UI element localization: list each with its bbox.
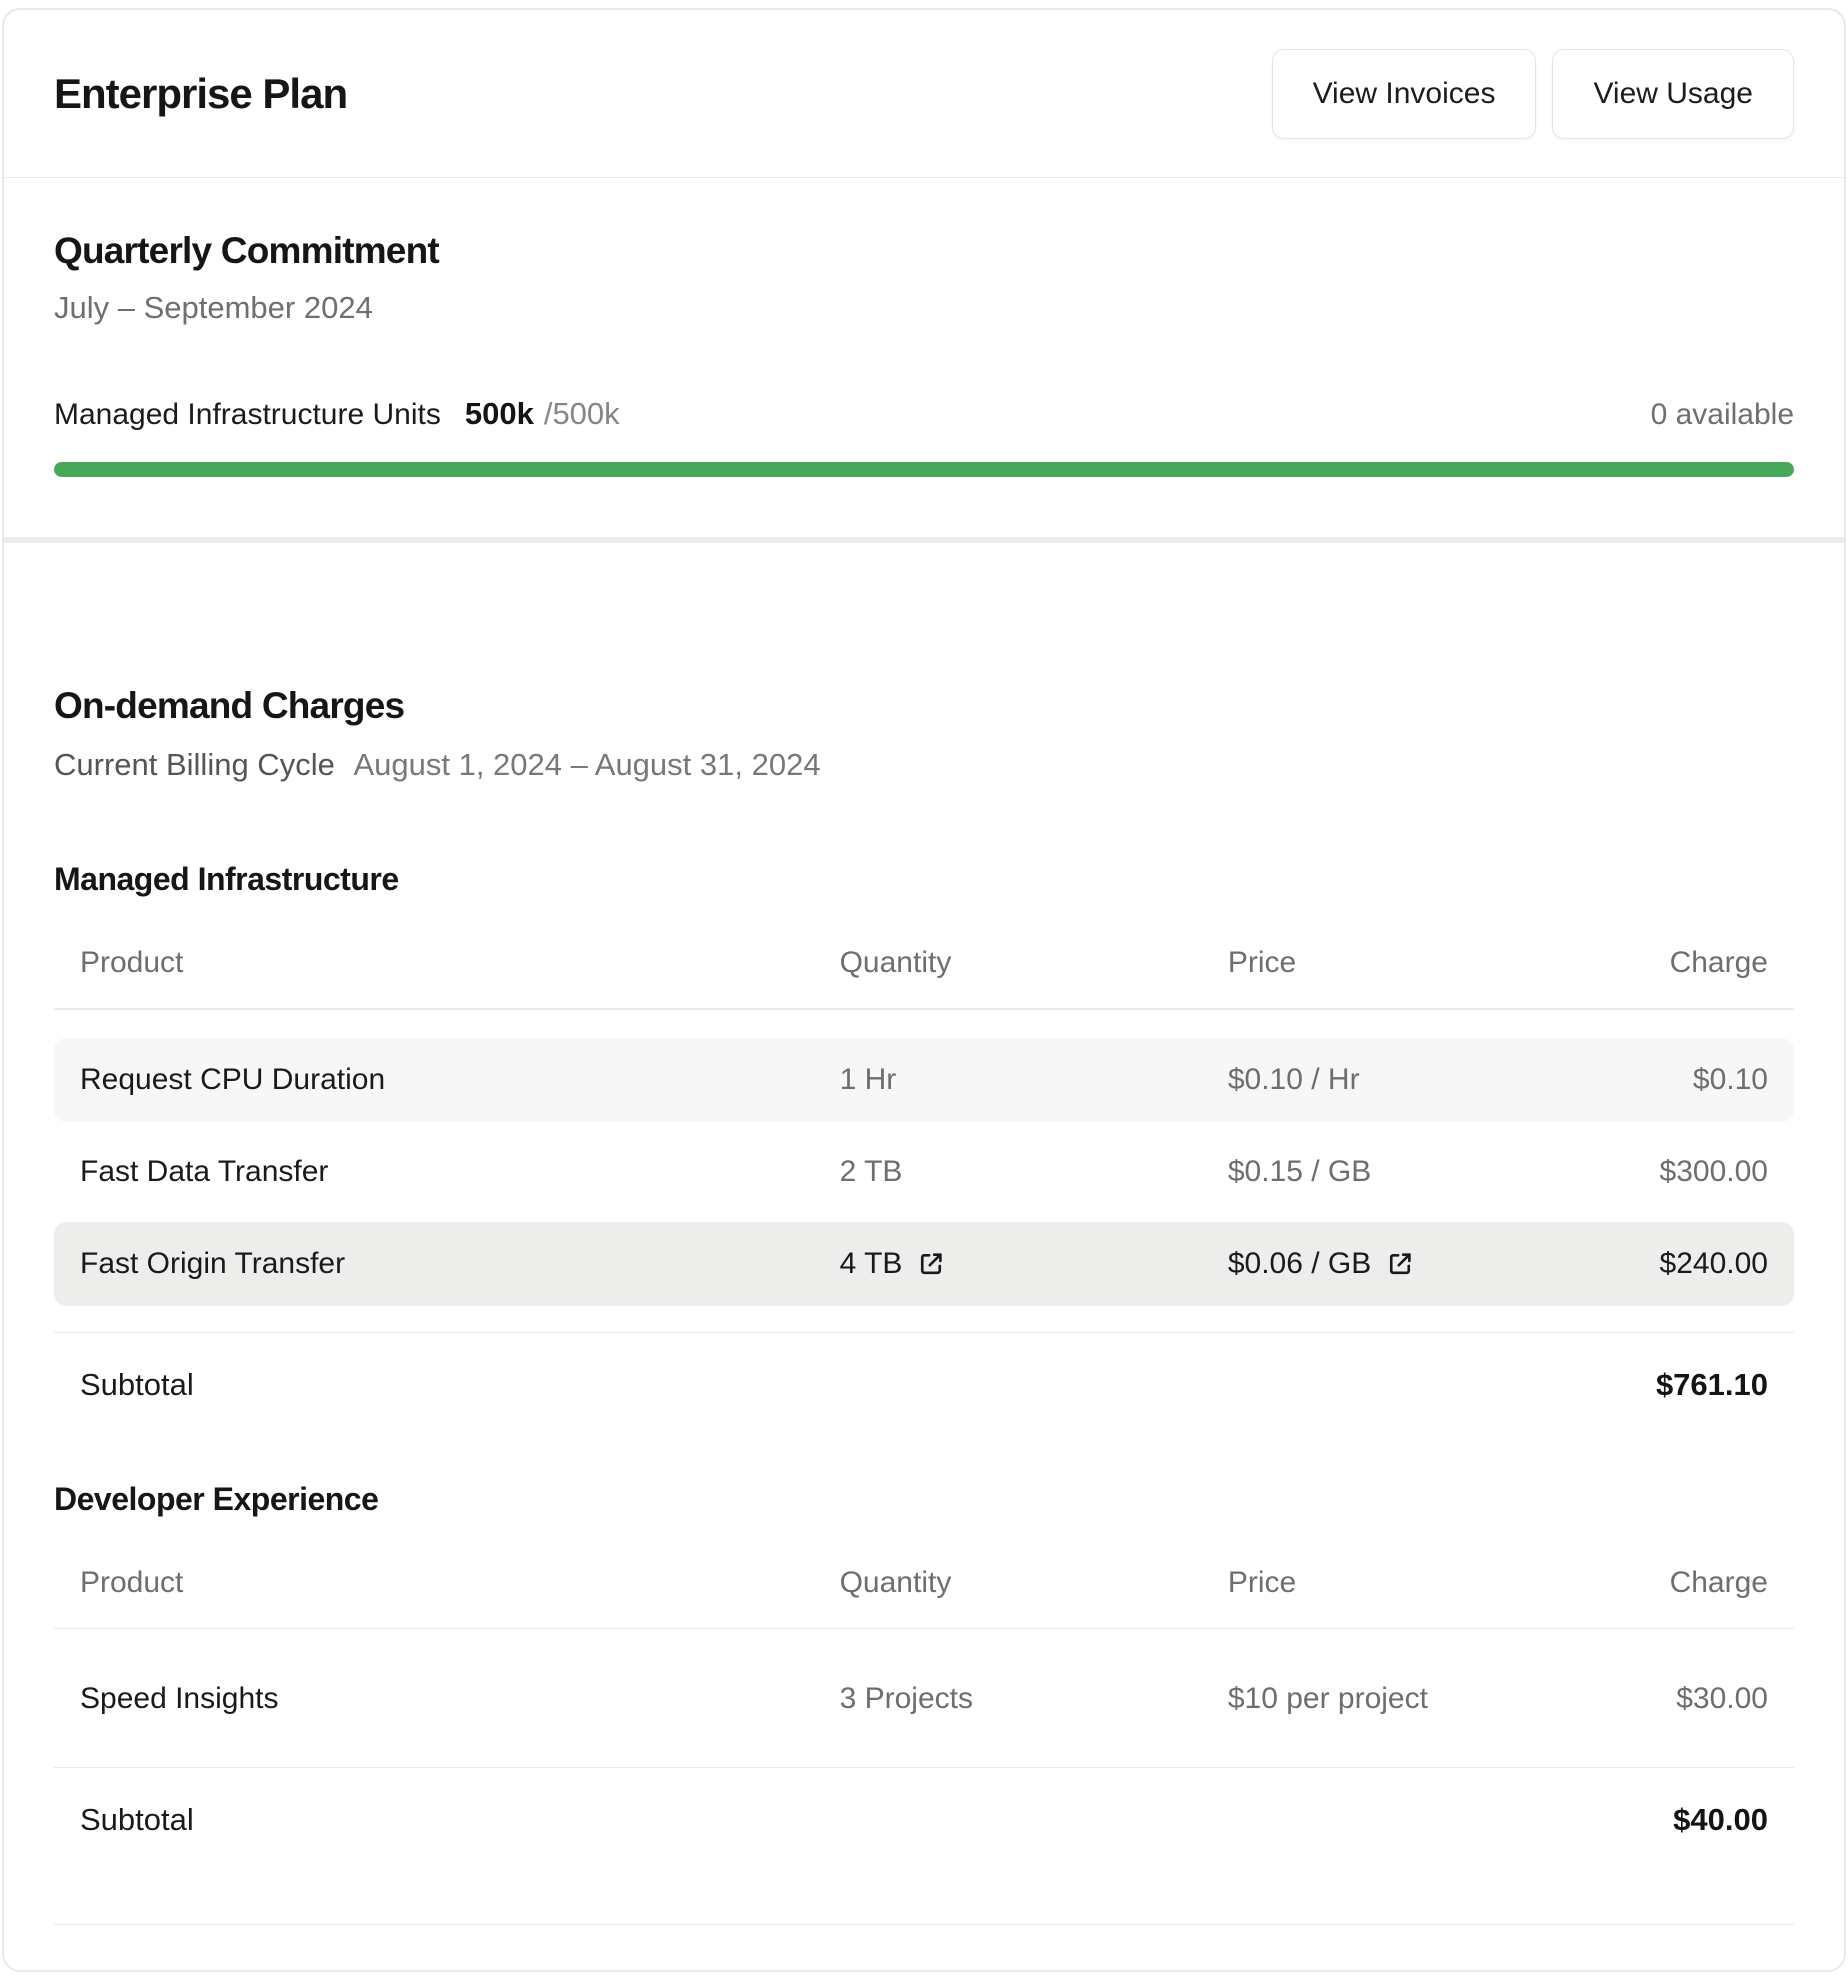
billing-card: Enterprise Plan View Invoices View Usage…	[2, 8, 1846, 1972]
managed-infrastructure-table: Product Quantity Price Charge Request CP…	[54, 940, 1794, 1403]
usage-progress-bar	[54, 462, 1794, 477]
developer-experience-title: Developer Experience	[54, 1481, 1794, 1518]
column-price: Price	[1228, 1566, 1549, 1600]
billing-cycle-range: August 1, 2024 – August 31, 2024	[353, 747, 820, 782]
table-row: Speed Insights 3 Projects $10 per projec…	[54, 1657, 1794, 1741]
row-price-value: $0.06 / GB	[1228, 1247, 1371, 1281]
subtotal-value: $761.10	[1656, 1367, 1768, 1403]
column-product: Product	[80, 1566, 840, 1600]
row-quantity: 2 TB	[840, 1155, 1228, 1189]
product-name: Fast Origin Transfer	[80, 1247, 840, 1281]
row-price: $0.10 / Hr	[1228, 1063, 1549, 1097]
column-quantity: Quantity	[840, 1566, 1228, 1600]
row-charge: $300.00	[1549, 1155, 1768, 1189]
usage-summary: Managed Infrastructure Units 500k /500k	[54, 396, 620, 432]
total-due-amount: $801.10	[1652, 1969, 1768, 1972]
subtotal-label: Subtotal	[80, 1367, 194, 1403]
row-quantity: 1 Hr	[840, 1063, 1228, 1097]
row-price: $10 per project	[1228, 1682, 1549, 1716]
view-usage-button[interactable]: View Usage	[1552, 49, 1794, 139]
page-title: Enterprise Plan	[54, 70, 347, 118]
subtotal-row: Subtotal $40.00	[54, 1767, 1794, 1838]
table-header-divider	[54, 1008, 1794, 1010]
usage-progress-fill	[54, 462, 1794, 477]
row-charge: $30.00	[1549, 1682, 1768, 1716]
usage-total-value: /500k	[544, 396, 620, 432]
managed-infrastructure-title: Managed Infrastructure	[54, 861, 1794, 898]
table-body: Request CPU Duration 1 Hr $0.10 / Hr $0.…	[54, 1038, 1794, 1306]
quarterly-commitment-title: Quarterly Commitment	[54, 230, 1794, 272]
subtotal-label: Subtotal	[80, 1802, 194, 1838]
billing-cycle-label: Current Billing Cycle	[54, 747, 335, 782]
usage-row: Managed Infrastructure Units 500k /500k …	[54, 396, 1794, 432]
usage-used-value: 500k	[465, 396, 534, 432]
billing-cycle: Current Billing Cycle August 1, 2024 – A…	[54, 747, 1794, 783]
table-header: Product Quantity Price Charge	[54, 1560, 1794, 1606]
row-price: $0.15 / GB	[1228, 1155, 1549, 1189]
quarterly-period: July – September 2024	[54, 290, 1794, 326]
product-name: Request CPU Duration	[80, 1063, 840, 1097]
column-charge: Charge	[1549, 1566, 1768, 1600]
product-name: Speed Insights	[80, 1682, 840, 1716]
column-price: Price	[1228, 946, 1549, 980]
header-actions: View Invoices View Usage	[1272, 49, 1794, 139]
subtotal-value: $40.00	[1673, 1802, 1768, 1838]
total-due-row: Total Due Payment scheduled for August 3…	[54, 1924, 1794, 1972]
column-product: Product	[80, 946, 840, 980]
table-body: Speed Insights 3 Projects $10 per projec…	[54, 1657, 1794, 1741]
row-quantity-value: 4 TB	[840, 1247, 903, 1281]
quarterly-commitment-section: Quarterly Commitment July – September 20…	[4, 178, 1844, 537]
on-demand-charges-section: On-demand Charges Current Billing Cycle …	[4, 543, 1844, 1972]
table-row: Fast Data Transfer 2 TB $0.15 / GB $300.…	[54, 1130, 1794, 1214]
usage-available: 0 available	[1651, 398, 1794, 432]
plan-header: Enterprise Plan View Invoices View Usage	[4, 10, 1844, 178]
row-price: $0.06 / GB	[1228, 1247, 1549, 1281]
row-quantity: 3 Projects	[840, 1682, 1228, 1716]
row-charge: $0.10	[1549, 1063, 1768, 1097]
table-header-divider	[54, 1628, 1794, 1630]
developer-experience-table: Product Quantity Price Charge Speed Insi…	[54, 1560, 1794, 1839]
row-quantity: 4 TB	[840, 1247, 1228, 1281]
usage-label: Managed Infrastructure Units	[54, 398, 441, 432]
column-charge: Charge	[1549, 946, 1768, 980]
total-due-label: Total Due	[80, 1969, 223, 1972]
subtotal-row: Subtotal $761.10	[54, 1332, 1794, 1403]
table-row: Request CPU Duration 1 Hr $0.10 / Hr $0.…	[54, 1038, 1794, 1122]
on-demand-title: On-demand Charges	[54, 685, 1794, 727]
view-invoices-button[interactable]: View Invoices	[1272, 49, 1537, 139]
table-row: Fast Origin Transfer 4 TB $0.06 / GB	[54, 1222, 1794, 1306]
row-charge: $240.00	[1549, 1247, 1768, 1281]
table-header: Product Quantity Price Charge	[54, 940, 1794, 986]
external-link-icon[interactable]	[916, 1249, 946, 1279]
product-name: Fast Data Transfer	[80, 1155, 840, 1189]
column-quantity: Quantity	[840, 946, 1228, 980]
external-link-icon[interactable]	[1385, 1249, 1415, 1279]
